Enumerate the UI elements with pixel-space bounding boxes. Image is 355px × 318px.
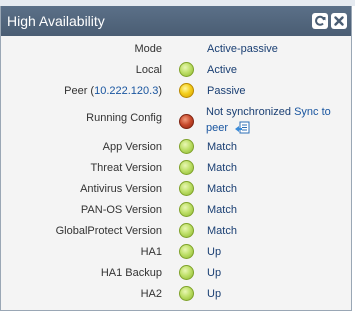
row-label: Antivirus Version — [80, 183, 162, 195]
widget-header: High Availability — [1, 6, 351, 36]
header-icons — [312, 13, 347, 29]
row-value: Not synchronized — [206, 106, 291, 118]
row-label: HA1 Backup — [100, 267, 162, 279]
row-label: Peer (10.222.120.3) — [64, 85, 162, 97]
row-app-version: App Version Match — [1, 137, 351, 158]
row-threat-version: Threat Version Match — [1, 158, 351, 179]
row-ha1: HA1 Up — [1, 242, 351, 263]
peer-label-prefix: Peer ( — [64, 85, 95, 97]
refresh-icon[interactable] — [312, 13, 328, 29]
status-green-icon — [179, 265, 194, 280]
status-green-icon — [179, 181, 194, 196]
row-value: Up — [207, 288, 222, 300]
widget-title: High Availability — [7, 13, 105, 29]
row-mode: Mode Active-passive — [1, 39, 351, 60]
row-local: Local Active — [1, 60, 351, 81]
status-green-icon — [179, 286, 194, 301]
row-peer: Peer (10.222.120.3) Passive — [1, 81, 351, 102]
status-green-icon — [179, 202, 194, 217]
row-label: HA2 — [140, 288, 162, 300]
row-label: HA1 — [140, 246, 162, 258]
close-icon[interactable] — [331, 13, 347, 29]
status-green-icon — [179, 139, 194, 154]
row-value: Match — [207, 225, 237, 237]
row-label: PAN-OS Version — [80, 204, 162, 216]
row-running-config: Running Config Not synchronized Sync to … — [1, 102, 351, 137]
status-green-icon — [179, 160, 194, 175]
running-config-value: Not synchronized Sync to peer — [206, 104, 351, 136]
row-label: Local — [135, 64, 162, 76]
row-value: Match — [207, 204, 237, 216]
row-value: Active — [207, 64, 237, 76]
high-availability-widget: High Availability Mode Active-passive Lo… — [0, 6, 352, 311]
status-green-icon — [179, 62, 194, 77]
row-ha2: HA2 Up — [1, 284, 351, 305]
row-panos-version: PAN-OS Version Match — [1, 200, 351, 221]
row-label: Threat Version — [90, 162, 162, 174]
status-red-icon — [179, 114, 194, 129]
row-ha1-backup: HA1 Backup Up — [1, 263, 351, 284]
row-value: Match — [207, 141, 237, 153]
row-globalprotect-version: GlobalProtect Version Match — [1, 221, 351, 242]
row-value: Match — [207, 183, 237, 195]
row-value: Up — [207, 267, 222, 279]
row-label: GlobalProtect Version — [55, 225, 162, 237]
peer-ip-link[interactable]: 10.222.120.3 — [94, 85, 158, 97]
row-value: Up — [207, 246, 222, 258]
status-green-icon — [179, 244, 194, 259]
row-label: Running Config — [86, 112, 162, 124]
row-label: App Version — [102, 141, 162, 153]
status-yellow-icon — [179, 83, 194, 98]
row-antivirus-version: Antivirus Version Match — [1, 179, 351, 200]
sync-to-peer-icon[interactable] — [234, 121, 250, 135]
status-green-icon — [179, 223, 194, 238]
peer-label-suffix: ) — [158, 85, 162, 97]
row-value: Active-passive — [207, 43, 278, 55]
status-rows: Mode Active-passive Local Active Peer (1… — [1, 39, 351, 305]
row-value: Passive — [207, 85, 246, 97]
row-label: Mode — [134, 43, 162, 55]
row-value: Match — [207, 162, 237, 174]
